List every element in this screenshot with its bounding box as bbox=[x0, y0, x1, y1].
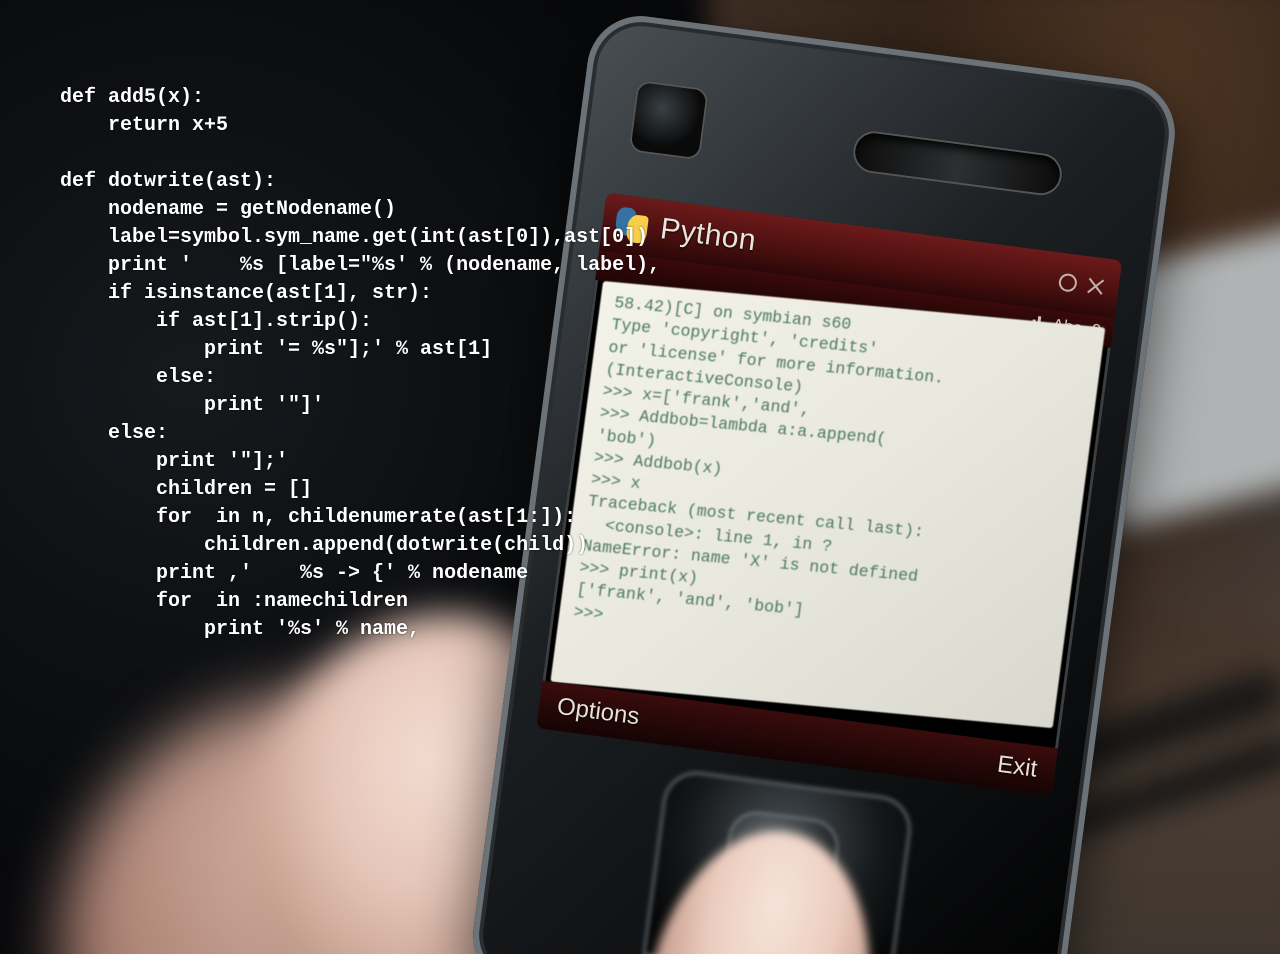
python-icon bbox=[610, 204, 653, 247]
python-console[interactable]: 58.42)[C] on symbian s60 Type 'copyright… bbox=[550, 281, 1105, 728]
app-title: Python bbox=[658, 212, 758, 258]
softkey-left[interactable]: Options bbox=[555, 693, 641, 732]
phone-screen: Python Abc 0 58.42)[C] on symbian s60 Ty… bbox=[536, 193, 1122, 796]
clock-icon bbox=[1058, 273, 1078, 293]
earpiece-speaker bbox=[851, 129, 1065, 198]
close-icon[interactable] bbox=[1086, 276, 1106, 296]
camera-lens bbox=[628, 80, 709, 161]
softkey-right[interactable]: Exit bbox=[996, 751, 1039, 784]
